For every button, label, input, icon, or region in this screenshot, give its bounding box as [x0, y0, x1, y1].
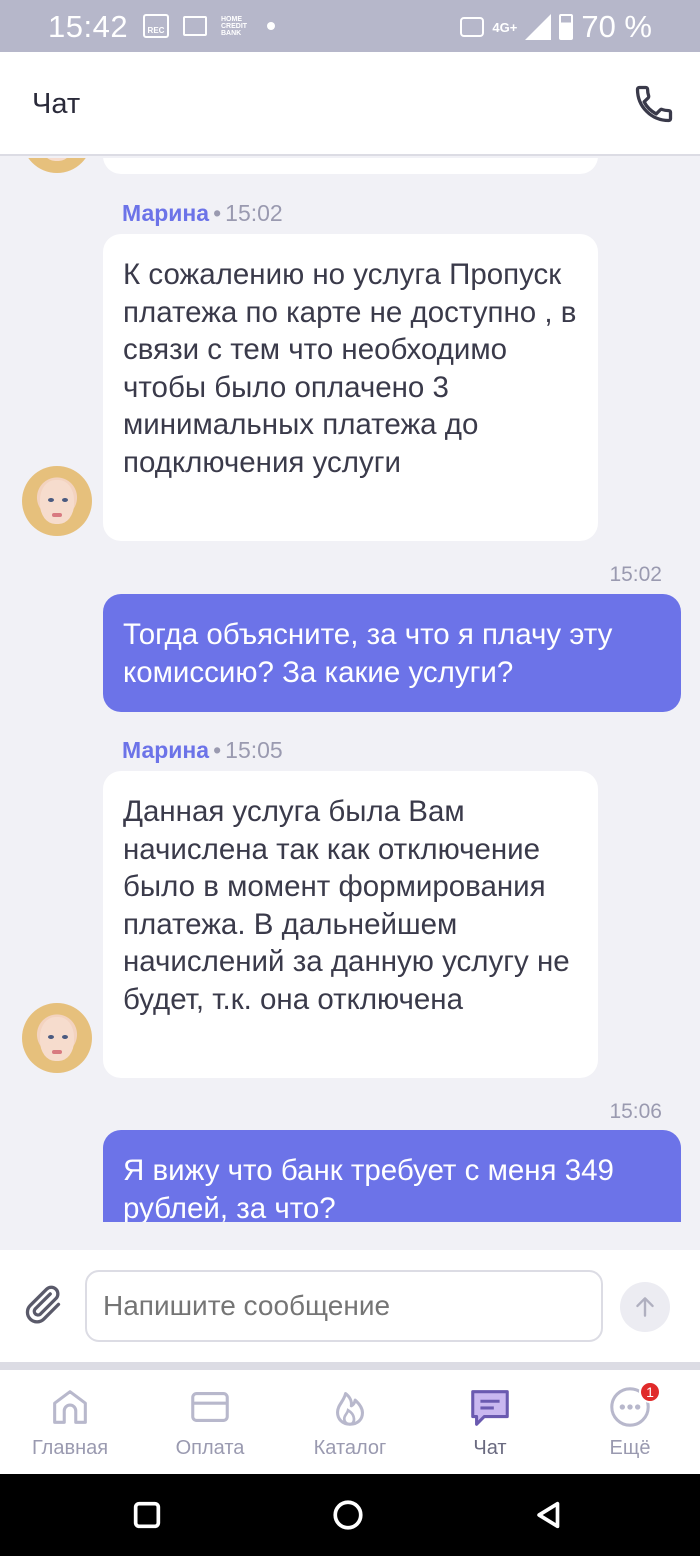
system-navigation-bar [0, 1474, 700, 1556]
back-icon[interactable] [532, 1498, 566, 1532]
dot-icon [267, 22, 275, 30]
signal-icon [525, 14, 552, 40]
battery-percent: 70 % [581, 9, 652, 44]
outgoing-message: Я вижу что банк требует с меня 349 рубле… [103, 1130, 681, 1222]
divider [0, 1362, 700, 1370]
message-time: 15:02 [225, 200, 283, 226]
network-type: 4G+ [492, 19, 518, 35]
message-input[interactable] [85, 1270, 603, 1342]
nav-label: Чат [473, 1437, 507, 1459]
send-button[interactable] [620, 1282, 670, 1332]
phone-icon[interactable] [632, 82, 676, 126]
paperclip-icon[interactable] [20, 1282, 64, 1326]
chat-icon [471, 1390, 509, 1426]
chat-header: Чат [0, 52, 700, 156]
rec-icon: REC [143, 14, 169, 38]
message-meta: Марина • 15:05 [122, 737, 283, 763]
card-icon [191, 1392, 229, 1422]
message-meta: Марина • 15:02 [122, 200, 283, 226]
status-system-icons: 4G+ 70 % [460, 9, 652, 45]
nav-label: Оплата [175, 1437, 245, 1459]
bottom-navigation: Главная Оплата Каталог Чат 1 Ещё [0, 1370, 700, 1474]
home-icon [53, 1390, 87, 1424]
camera-icon [460, 17, 485, 37]
sender-name: Марина [122, 200, 210, 226]
nav-label: Каталог [313, 1437, 387, 1459]
nav-item-more[interactable]: 1 Ещё [560, 1370, 700, 1474]
recents-icon[interactable] [130, 1498, 164, 1532]
home-button-icon[interactable] [331, 1498, 365, 1532]
battery-icon [559, 14, 574, 40]
nav-item-catalog[interactable]: Каталог [280, 1370, 420, 1474]
outgoing-message: Тогда объясните, за что я плачу эту коми… [103, 594, 681, 712]
chat-messages[interactable]: Марина • 15:02 К сожалению но услуга Пропу… [0, 158, 700, 1222]
nav-item-chat[interactable]: Чат [420, 1370, 560, 1474]
message-composer [0, 1250, 700, 1362]
nav-label: Главная [31, 1437, 109, 1459]
incoming-message: Данная услуга была Вам начислена так как… [103, 771, 598, 1078]
bank-logo-icon: HOME CREDIT BANK [221, 15, 248, 37]
avatar [22, 158, 92, 173]
status-notifications: REC HOME CREDIT BANK [143, 14, 275, 38]
nav-label: Ещё [609, 1437, 651, 1459]
nav-item-home[interactable]: Главная [0, 1370, 140, 1474]
message-bubble-partial [103, 158, 598, 174]
nav-item-payment[interactable]: Оплата [140, 1370, 280, 1474]
notification-badge: 1 [639, 1381, 661, 1403]
incoming-message: К сожалению но услуга Пропуск платежа по… [103, 234, 598, 541]
message-time: 15:06 [609, 1100, 662, 1123]
avatar [22, 466, 92, 536]
sender-name: Марина [122, 737, 210, 763]
image-icon [183, 16, 207, 36]
message-time: 15:02 [609, 563, 662, 586]
status-bar: 15:42 REC HOME CREDIT BANK 4G+ 70 % [0, 0, 700, 52]
page-title: Чат [32, 88, 81, 120]
avatar [22, 1003, 92, 1073]
arrow-up-icon [636, 1297, 654, 1317]
flame-icon [336, 1392, 364, 1426]
message-time: 15:05 [225, 737, 283, 763]
status-time: 15:42 [48, 9, 129, 44]
